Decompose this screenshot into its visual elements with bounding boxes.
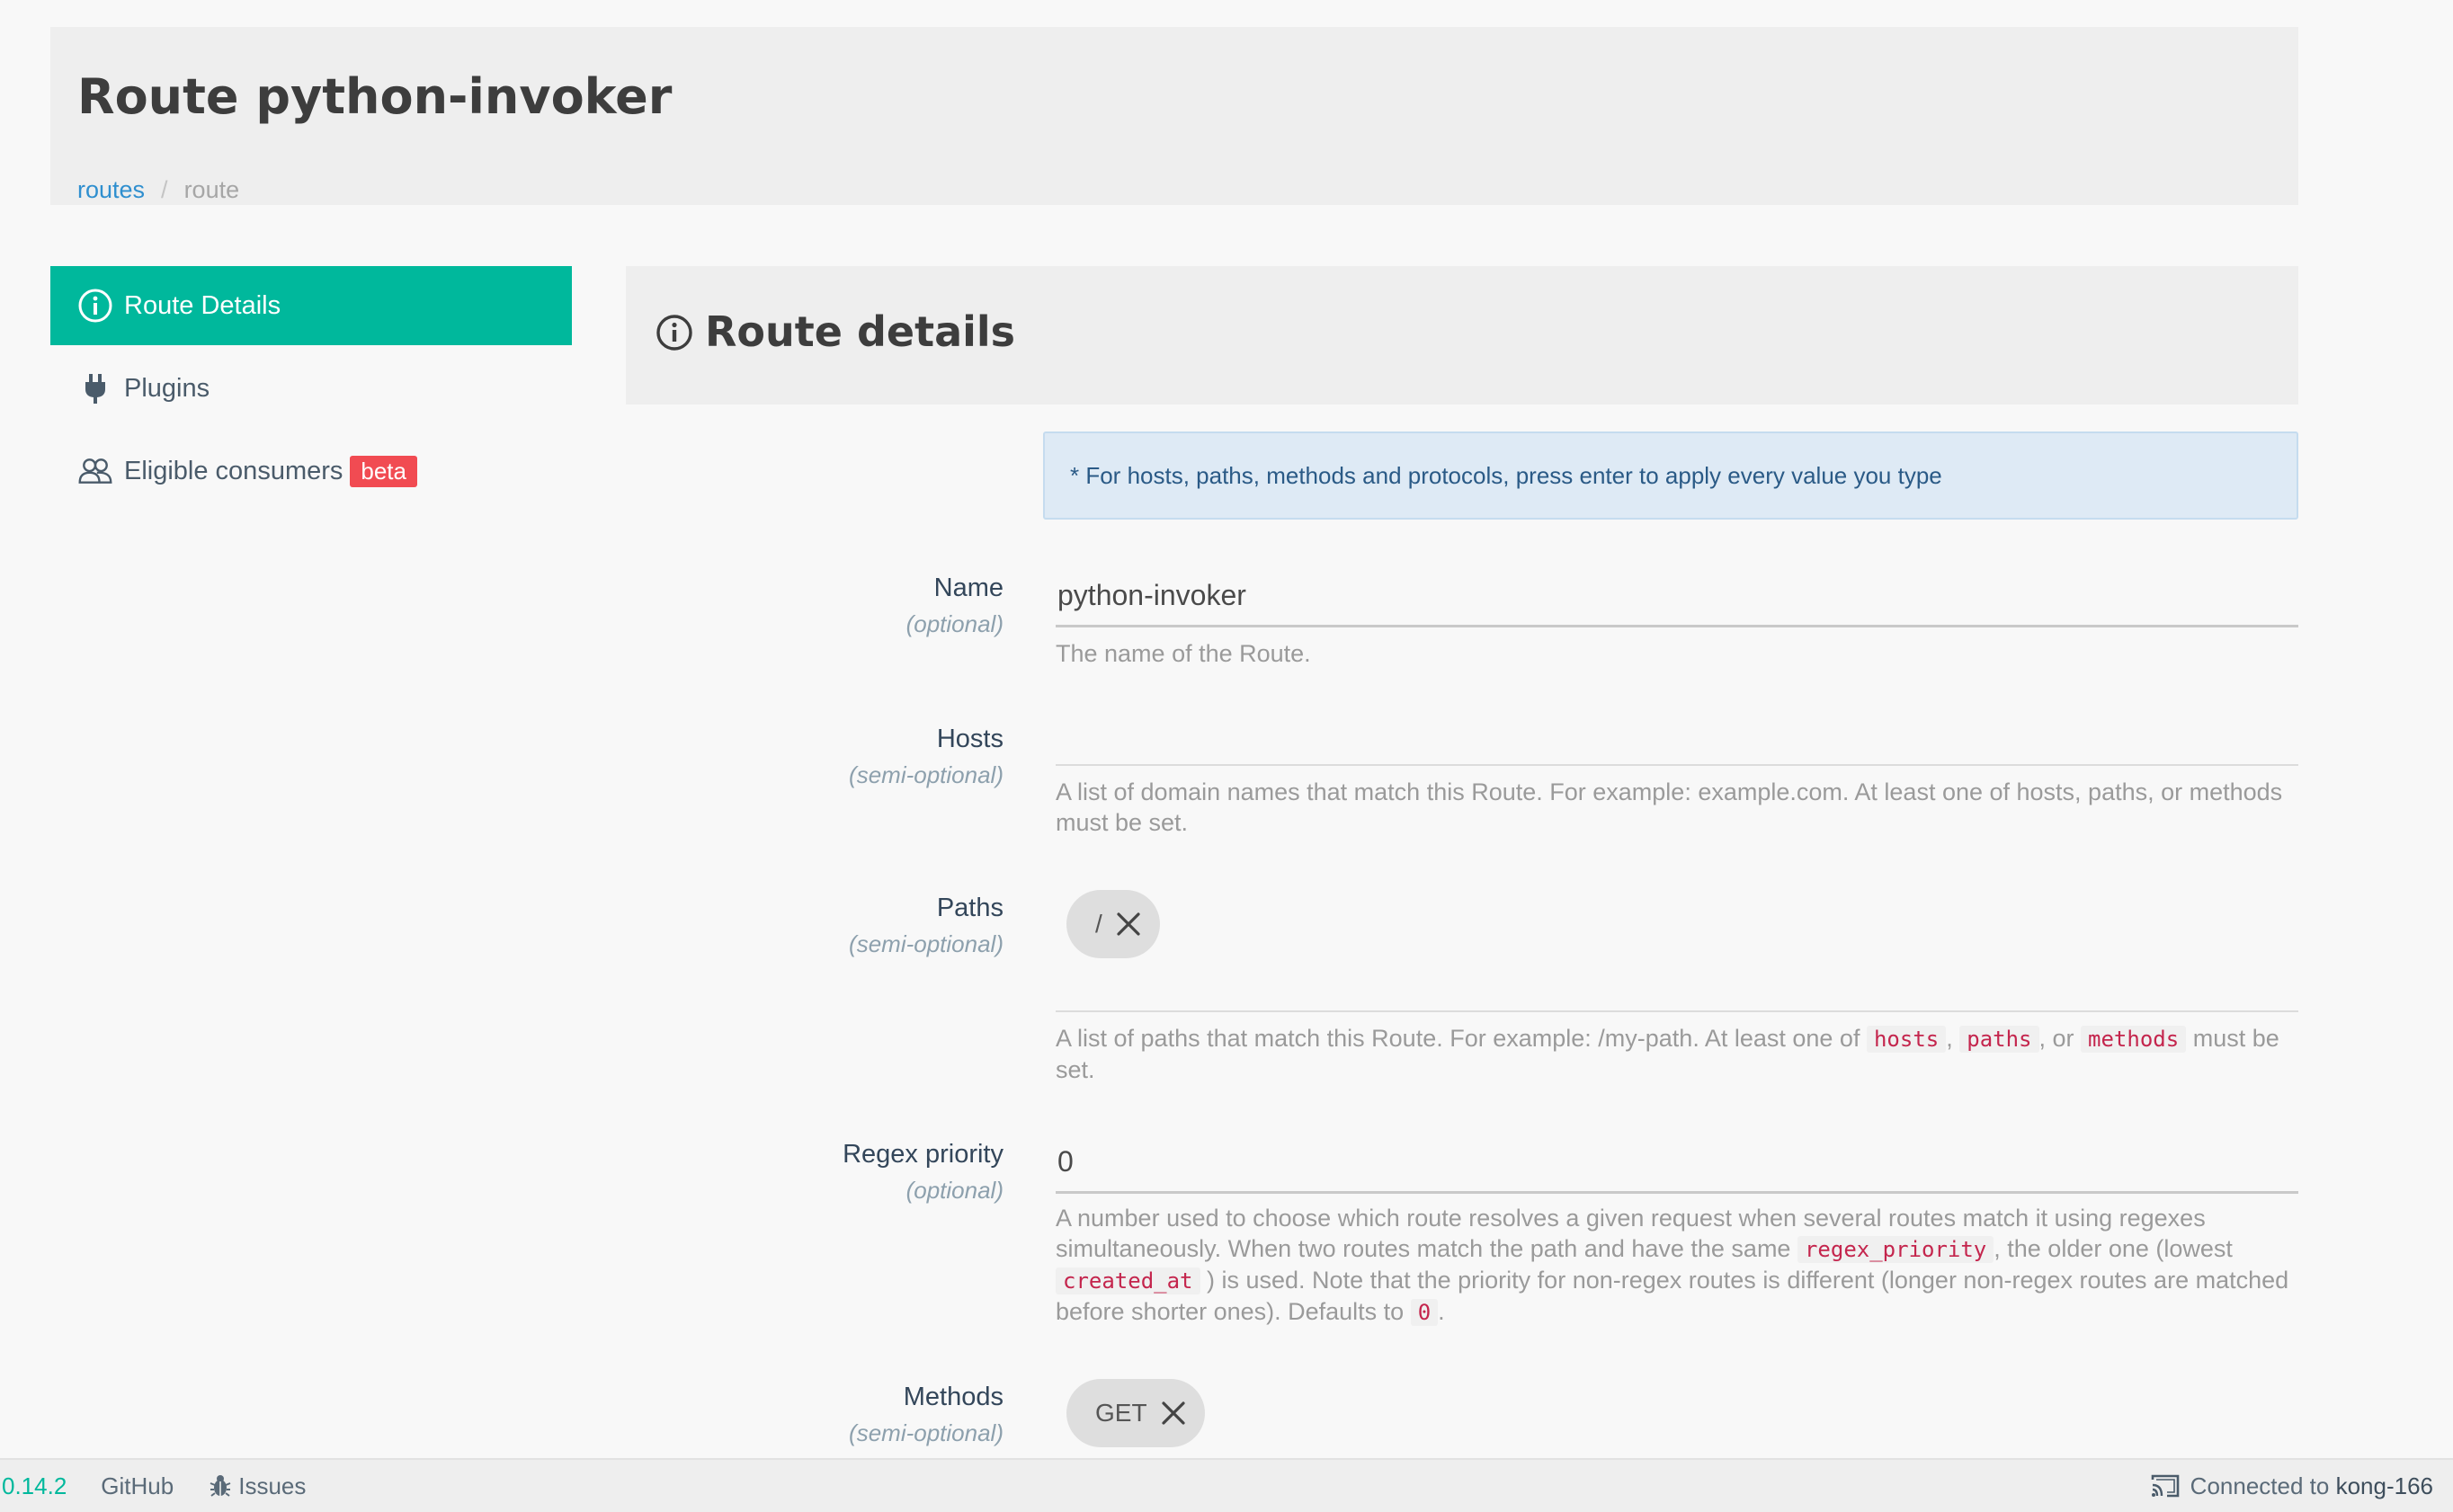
paths-input[interactable]: [1056, 971, 2298, 1012]
hosts-label-group: Hosts (semi-optional): [629, 725, 1004, 789]
panel-title: Route details: [705, 307, 1016, 356]
info-notice: * For hosts, paths, methods and protocol…: [1043, 431, 2298, 520]
breadcrumb-separator: /: [161, 176, 168, 203]
hosts-label: Hosts: [936, 725, 1004, 753]
cast-icon: [2149, 1472, 2181, 1499]
route-details-panel-header: Route details: [626, 266, 2298, 405]
methods-qualifier: (semi-optional): [849, 1419, 1004, 1446]
paths-label: Paths: [936, 894, 1004, 922]
sidebar: Route Details Plugins Eligible consumers…: [50, 266, 572, 514]
name-help: The name of the Route.: [1056, 640, 1311, 667]
hosts-qualifier: (semi-optional): [849, 761, 1004, 788]
code-paths: paths: [1959, 1026, 2039, 1053]
code-methods: methods: [2081, 1026, 2187, 1053]
github-label: GitHub: [101, 1472, 174, 1499]
connection-status[interactable]: Connected to kong-166: [2149, 1472, 2433, 1500]
method-chip: GET: [1066, 1379, 1205, 1447]
breadcrumb: routes / route: [77, 176, 239, 204]
connected-host: kong-166: [2335, 1472, 2433, 1499]
regex-help-text: .: [1438, 1298, 1445, 1325]
sidebar-item-label: Eligible consumers: [124, 456, 343, 485]
regex-help-text: , the older one (lowest: [1994, 1235, 2233, 1262]
paths-help-text: A list of paths that match this Route. F…: [1056, 1025, 1860, 1052]
name-qualifier: (optional): [905, 610, 1004, 637]
regex-priority-label-group: Regex priority (optional): [629, 1140, 1004, 1205]
regex-help-text: ) is used. Note that the priority for no…: [1056, 1267, 2289, 1325]
sidebar-item-eligible-consumers[interactable]: Eligible consumers beta: [50, 431, 572, 511]
hosts-help: A list of domain names that match this R…: [1056, 778, 2283, 836]
page: Route python-invoker routes / route Route …: [0, 0, 2453, 1512]
methods-label-group: Methods (semi-optional): [629, 1383, 1004, 1447]
github-link[interactable]: GitHub: [101, 1472, 174, 1500]
regex-priority-qualifier: (optional): [905, 1177, 1004, 1204]
code-zero: 0: [1410, 1299, 1439, 1326]
info-circle-icon: [77, 288, 113, 324]
sidebar-item-label: Plugins: [124, 373, 210, 403]
path-chip: /: [1066, 890, 1160, 958]
code-hosts: hosts: [1866, 1026, 1947, 1053]
version-link[interactable]: 0.14.2: [2, 1472, 67, 1500]
sidebar-item-route-details[interactable]: Route Details: [50, 266, 572, 345]
issues-link[interactable]: Issues: [208, 1472, 306, 1500]
users-icon: [77, 453, 113, 489]
name-label: Name: [933, 574, 1004, 602]
page-header: Route python-invoker routes / route: [50, 27, 2298, 205]
regex-priority-label: Regex priority: [843, 1140, 1004, 1169]
sidebar-item-label: Route Details: [124, 290, 281, 320]
paths-label-group: Paths (semi-optional): [629, 894, 1004, 958]
paths-help: A list of paths that match this Route. F…: [1056, 1023, 2298, 1085]
plug-icon: [77, 370, 113, 406]
paths-help-sep: ,: [1946, 1025, 1953, 1052]
remove-method-icon[interactable]: [1160, 1400, 1187, 1427]
regex-priority-field-underline[interactable]: [1056, 1138, 2298, 1194]
breadcrumb-routes-link[interactable]: routes: [77, 176, 145, 203]
code-regex-priority: regex_priority: [1797, 1236, 1994, 1263]
issues-label: Issues: [238, 1472, 307, 1499]
info-circle-icon: [655, 313, 694, 352]
regex-priority-help: A number used to choose which route reso…: [1056, 1203, 2298, 1328]
footer: 0.14.2 GitHub Issues Connected to kong-1…: [0, 1458, 2453, 1512]
bug-icon: [208, 1473, 233, 1499]
code-created-at: created_at: [1056, 1267, 1200, 1294]
path-chip-label: /: [1095, 910, 1102, 938]
page-title: Route python-invoker: [77, 68, 673, 125]
beta-badge: beta: [350, 455, 417, 487]
sidebar-item-plugins[interactable]: Plugins: [50, 349, 572, 428]
hosts-input[interactable]: [1056, 719, 2298, 766]
methods-label: Methods: [903, 1383, 1004, 1411]
paths-qualifier: (semi-optional): [849, 930, 1004, 957]
connected-prefix: Connected to: [2190, 1472, 2330, 1499]
breadcrumb-current: route: [183, 176, 240, 203]
paths-help-sep: , or: [2038, 1025, 2074, 1052]
name-label-group: Name (optional): [629, 574, 1004, 638]
remove-path-icon[interactable]: [1115, 911, 1142, 938]
method-chip-label: GET: [1095, 1399, 1147, 1427]
name-field-underline[interactable]: [1056, 572, 2298, 627]
